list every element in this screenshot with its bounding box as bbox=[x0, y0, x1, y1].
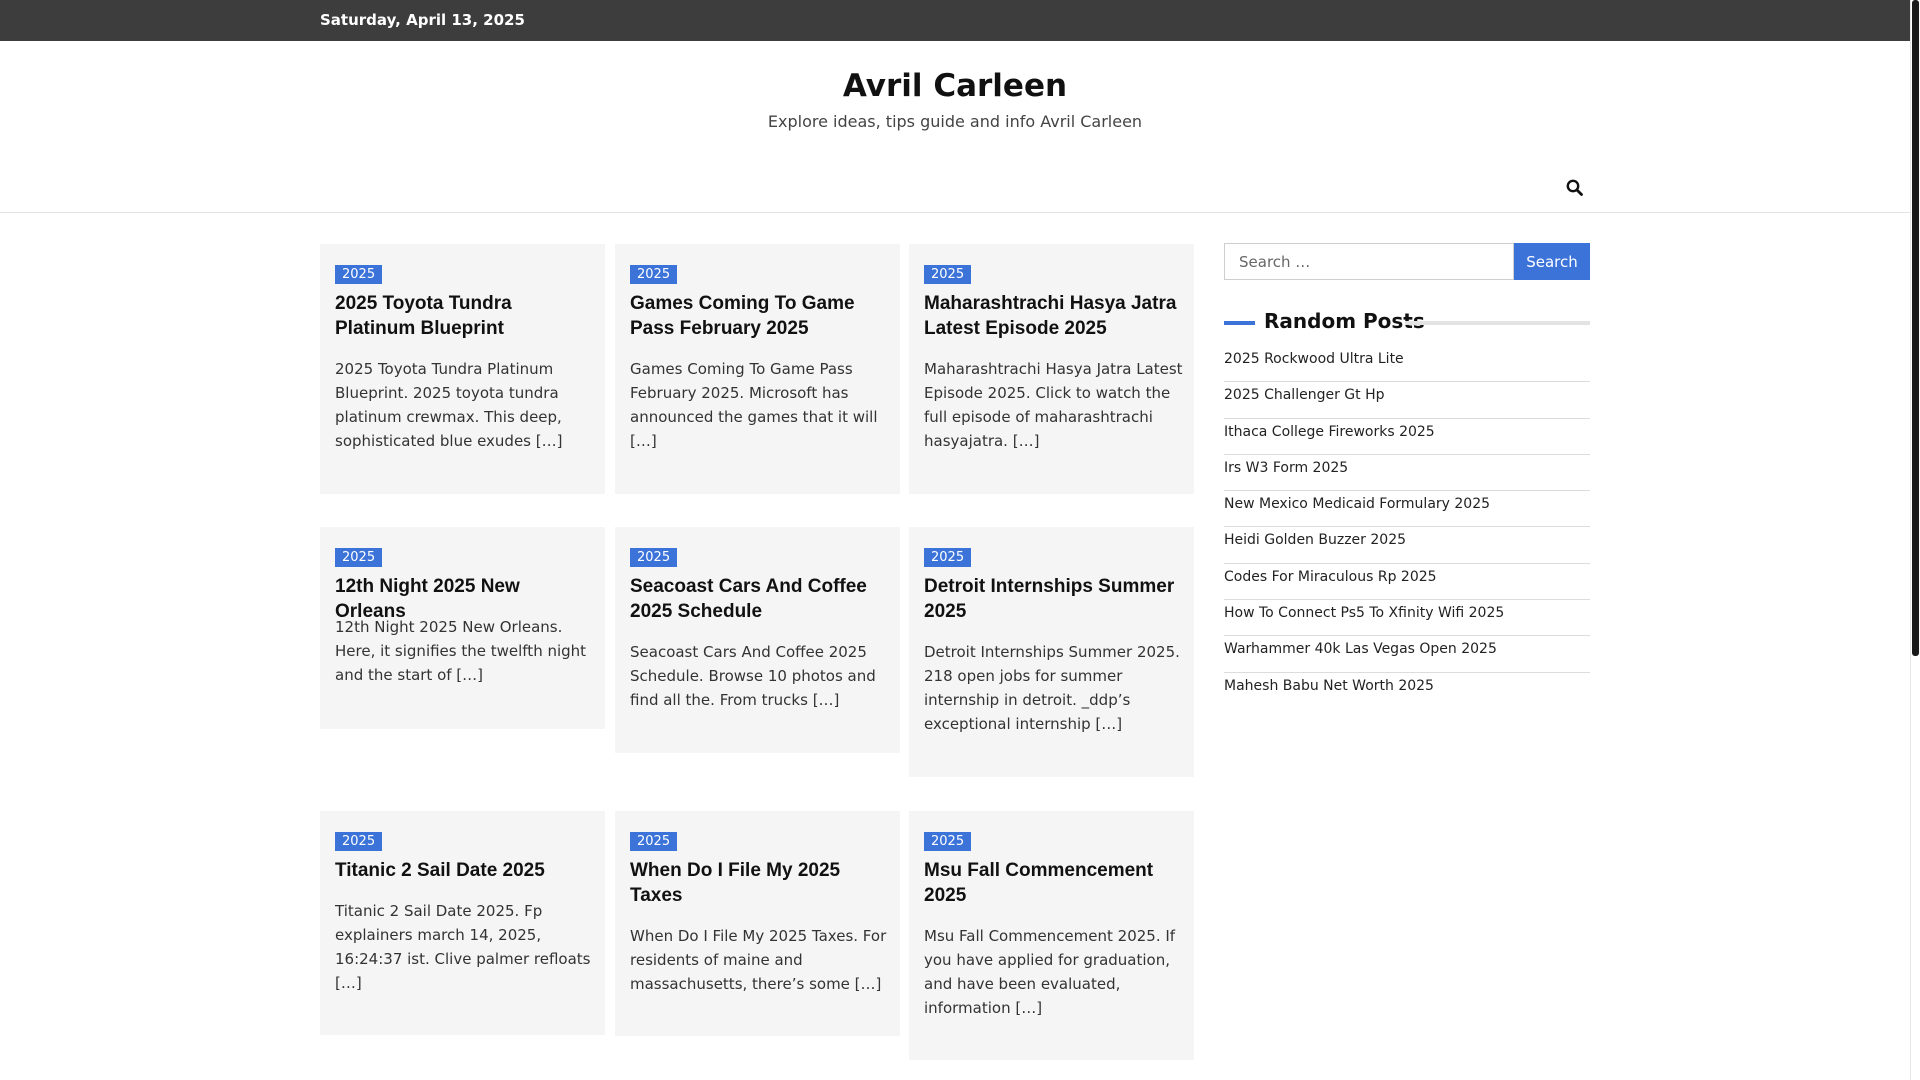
post-title[interactable]: 2025 Toyota Tundra Platinum Blueprint bbox=[335, 291, 593, 341]
list-item: Irs W3 Form 2025 bbox=[1224, 455, 1590, 492]
post-card: 2025 When Do I File My 2025 Taxes When D… bbox=[615, 811, 900, 1036]
post-excerpt: Maharashtrachi Hasya Jatra Latest Episod… bbox=[924, 360, 1183, 450]
site-description: Explore ideas, tips guide and info Avril… bbox=[767, 112, 1143, 131]
random-posts-list: 2025 Rockwood Ultra Lite 2025 Challenger… bbox=[1224, 346, 1590, 709]
post-title[interactable]: Detroit Internships Summer 2025 bbox=[924, 574, 1182, 624]
category-badge[interactable]: 2025 bbox=[924, 548, 972, 567]
random-post-link[interactable]: Irs W3 Form 2025 bbox=[1224, 455, 1590, 482]
sidebar-search-form: Search bbox=[1224, 243, 1590, 280]
top-bar: Saturday, April 13, 2025 bbox=[0, 0, 1910, 41]
post-title[interactable]: When Do I File My 2025 Taxes bbox=[630, 858, 888, 908]
post-title[interactable]: Titanic 2 Sail Date 2025 bbox=[335, 858, 593, 883]
post-card: 2025 Maharashtrachi Hasya Jatra Latest E… bbox=[909, 244, 1194, 494]
category-badge[interactable]: 2025 bbox=[924, 265, 972, 284]
search-button[interactable]: Search bbox=[1514, 243, 1590, 280]
post-excerpt: 12th Night 2025 New Orleans. Here, it si… bbox=[335, 618, 587, 684]
list-item: Ithaca College Fireworks 2025 bbox=[1224, 419, 1590, 455]
current-date: Saturday, April 13, 2025 bbox=[320, 11, 525, 29]
random-posts-heading: Random Posts bbox=[1224, 309, 1590, 339]
site-title[interactable]: Avril Carleen bbox=[0, 68, 1910, 104]
post-excerpt: When Do I File My 2025 Taxes. For reside… bbox=[630, 927, 887, 993]
random-post-link[interactable]: 2025 Rockwood Ultra Lite bbox=[1224, 346, 1590, 373]
list-item: Warhammer 40k Las Vegas Open 2025 bbox=[1224, 636, 1590, 673]
category-badge[interactable]: 2025 bbox=[335, 265, 383, 284]
post-card: 2025 Seacoast Cars And Coffee 2025 Sched… bbox=[615, 527, 900, 753]
post-title[interactable]: Seacoast Cars And Coffee 2025 Schedule bbox=[630, 574, 888, 624]
post-excerpt: 2025 Toyota Tundra Platinum Blueprint. 2… bbox=[335, 360, 563, 450]
post-title[interactable]: Maharashtrachi Hasya Jatra Latest Episod… bbox=[924, 291, 1182, 341]
random-post-link[interactable]: Codes For Miraculous Rp 2025 bbox=[1224, 564, 1590, 591]
post-card: 2025 Games Coming To Game Pass February … bbox=[615, 244, 900, 494]
post-card: 2025 Msu Fall Commencement 2025 Msu Fall… bbox=[909, 811, 1194, 1060]
search-input[interactable] bbox=[1224, 243, 1514, 280]
category-badge[interactable]: 2025 bbox=[924, 832, 972, 851]
post-card: 2025 Detroit Internships Summer 2025 Det… bbox=[909, 527, 1194, 777]
page-scrollbar[interactable] bbox=[1910, 0, 1920, 1080]
category-badge[interactable]: 2025 bbox=[335, 832, 383, 851]
random-post-link[interactable]: How To Connect Ps5 To Xfinity Wifi 2025 bbox=[1224, 600, 1590, 627]
post-title[interactable]: Msu Fall Commencement 2025 bbox=[924, 858, 1182, 908]
post-title[interactable]: Games Coming To Game Pass February 2025 bbox=[630, 291, 888, 341]
list-item: How To Connect Ps5 To Xfinity Wifi 2025 bbox=[1224, 600, 1590, 637]
random-post-link[interactable]: Mahesh Babu Net Worth 2025 bbox=[1224, 673, 1590, 700]
search-icon[interactable] bbox=[1565, 178, 1585, 198]
post-card: 2025 2025 Toyota Tundra Platinum Bluepri… bbox=[320, 244, 605, 494]
category-badge[interactable]: 2025 bbox=[335, 548, 383, 567]
category-badge[interactable]: 2025 bbox=[630, 832, 678, 851]
heading-accent bbox=[1224, 321, 1255, 325]
list-item: 2025 Challenger Gt Hp bbox=[1224, 382, 1590, 419]
list-item: Heidi Golden Buzzer 2025 bbox=[1224, 527, 1590, 564]
list-item: Codes For Miraculous Rp 2025 bbox=[1224, 564, 1590, 601]
widget-title: Random Posts bbox=[1264, 309, 1425, 333]
post-card: 2025 Titanic 2 Sail Date 2025 Titanic 2 … bbox=[320, 811, 605, 1035]
list-item: Mahesh Babu Net Worth 2025 bbox=[1224, 673, 1590, 709]
category-badge[interactable]: 2025 bbox=[630, 265, 678, 284]
category-badge[interactable]: 2025 bbox=[630, 548, 678, 567]
post-excerpt: Seacoast Cars And Coffee 2025 Schedule. … bbox=[630, 643, 876, 709]
random-post-link[interactable]: Heidi Golden Buzzer 2025 bbox=[1224, 527, 1590, 554]
list-item: 2025 Rockwood Ultra Lite bbox=[1224, 346, 1590, 383]
site-header: Avril Carleen Explore ideas, tips guide … bbox=[0, 41, 1910, 213]
list-item: New Mexico Medicaid Formulary 2025 bbox=[1224, 491, 1590, 528]
random-post-link[interactable]: New Mexico Medicaid Formulary 2025 bbox=[1224, 491, 1590, 518]
post-card: 2025 12th Night 2025 New Orleans 12th Ni… bbox=[320, 527, 605, 729]
random-post-link[interactable]: Warhammer 40k Las Vegas Open 2025 bbox=[1224, 636, 1590, 663]
scrollbar-thumb[interactable] bbox=[1912, 0, 1919, 656]
post-excerpt: Detroit Internships Summer 2025. 218 ope… bbox=[924, 643, 1180, 733]
post-excerpt: Msu Fall Commencement 2025. If you have … bbox=[924, 927, 1176, 1017]
post-excerpt: Games Coming To Game Pass February 2025.… bbox=[630, 360, 878, 450]
random-post-link[interactable]: Ithaca College Fireworks 2025 bbox=[1224, 419, 1590, 446]
post-excerpt: Titanic 2 Sail Date 2025. Fp explainers … bbox=[335, 902, 591, 992]
random-post-link[interactable]: 2025 Challenger Gt Hp bbox=[1224, 382, 1590, 409]
heading-rule bbox=[1405, 321, 1590, 325]
